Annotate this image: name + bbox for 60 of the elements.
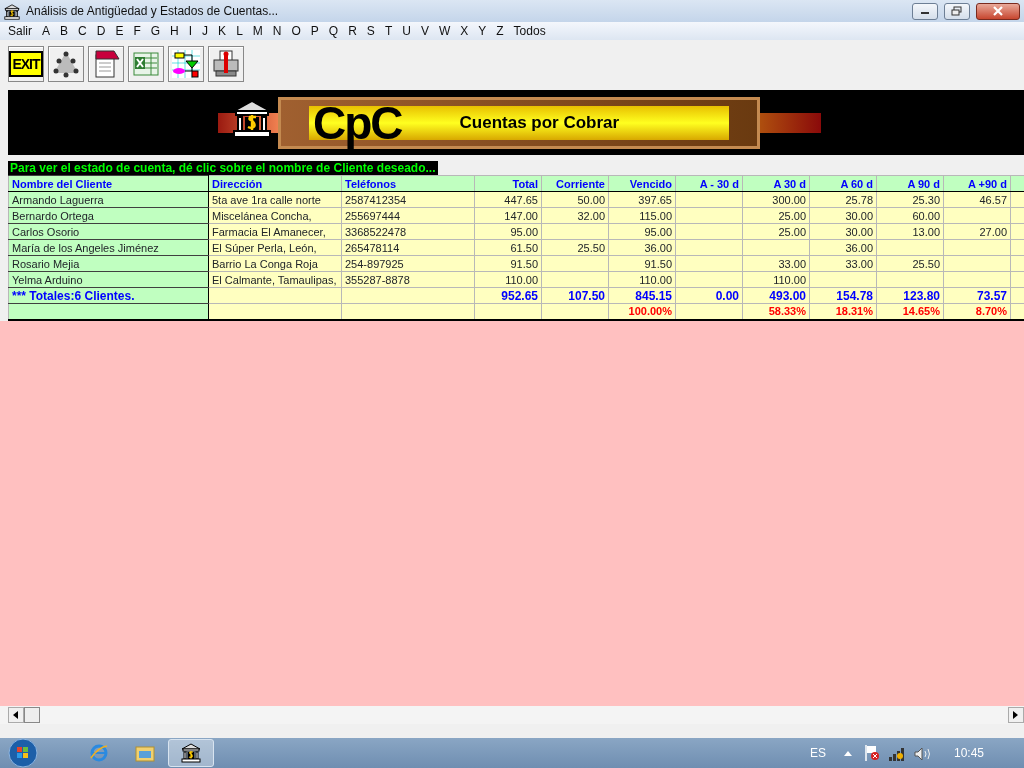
menu-item[interactable]: Salir [3, 22, 37, 40]
column-header: Nombre del Cliente [8, 175, 209, 192]
menu-item[interactable]: M [247, 22, 268, 40]
menu-item[interactable]: Todos [508, 22, 551, 40]
scroll-thumb[interactable] [24, 707, 40, 723]
menu-item[interactable]: A [37, 22, 56, 40]
horizontal-scrollbar[interactable] [0, 706, 1024, 724]
menu-item[interactable]: F [128, 22, 146, 40]
notepad-button[interactable] [88, 46, 124, 82]
flowchart-button[interactable] [168, 46, 204, 82]
menu-item[interactable]: X [455, 22, 474, 40]
column-header: Total [474, 175, 542, 192]
menu-item[interactable]: J [197, 22, 214, 40]
menu-item[interactable]: Z [491, 22, 509, 40]
scroll-right-icon[interactable] [1008, 707, 1024, 723]
menu-item[interactable]: W [433, 22, 456, 40]
menu-item[interactable]: Y [473, 22, 492, 40]
bank-icon [4, 2, 20, 20]
bank-icon[interactable] [168, 739, 214, 767]
menu-item[interactable]: T [379, 22, 398, 40]
column-header: A +90 d [943, 175, 1011, 192]
exit-button[interactable]: EXIT [8, 46, 44, 82]
instruction-text: Para ver el estado de cuenta, dé clic sobre el nombre de Cliente deseado... [8, 161, 438, 175]
menu-item[interactable]: Q [323, 22, 344, 40]
menu-item[interactable]: G [145, 22, 166, 40]
menu-item[interactable]: P [305, 22, 324, 40]
menu-item[interactable]: C [73, 22, 92, 40]
menu-item[interactable]: K [213, 22, 232, 40]
column-header: A 90 d [876, 175, 944, 192]
scroll-left-icon[interactable] [8, 707, 24, 723]
minimize-button[interactable] [912, 2, 938, 20]
column-header: A 60 d [809, 175, 877, 192]
spreadsheet-button[interactable] [128, 46, 164, 82]
column-header: Dirección [208, 175, 342, 192]
column-header: A 30 d [742, 175, 810, 192]
column-header: Corriente [541, 175, 609, 192]
printer-button[interactable] [208, 46, 244, 82]
people-button[interactable] [48, 46, 84, 82]
column-header: Vencido [608, 175, 676, 192]
menu-item[interactable]: S [361, 22, 380, 40]
menu-item[interactable]: E [110, 22, 129, 40]
menu-item[interactable]: R [343, 22, 362, 40]
menu-item[interactable]: O [286, 22, 306, 40]
menu-item[interactable]: B [55, 22, 74, 40]
menu-item[interactable]: D [91, 22, 111, 40]
menu-item[interactable]: H [165, 22, 184, 40]
column-header: Teléfonos [341, 175, 475, 192]
flag-icon[interactable] [863, 743, 880, 763]
menu-item[interactable]: L [231, 22, 248, 40]
close-button[interactable] [976, 2, 1020, 20]
menu-item[interactable]: N [267, 22, 287, 40]
menu-item[interactable]: U [397, 22, 416, 40]
close-icon [992, 6, 1004, 16]
restore-icon [951, 6, 963, 16]
column-header: A - 30 d [675, 175, 743, 192]
menu-item[interactable]: V [415, 22, 434, 40]
restore-button[interactable] [944, 2, 970, 20]
window-title: Análisis de Antigüedad y Estados de Cuentas... [26, 3, 279, 20]
banner-title: Cuentas por Cobrar [459, 111, 620, 134]
menu-item[interactable]: I [183, 22, 198, 40]
